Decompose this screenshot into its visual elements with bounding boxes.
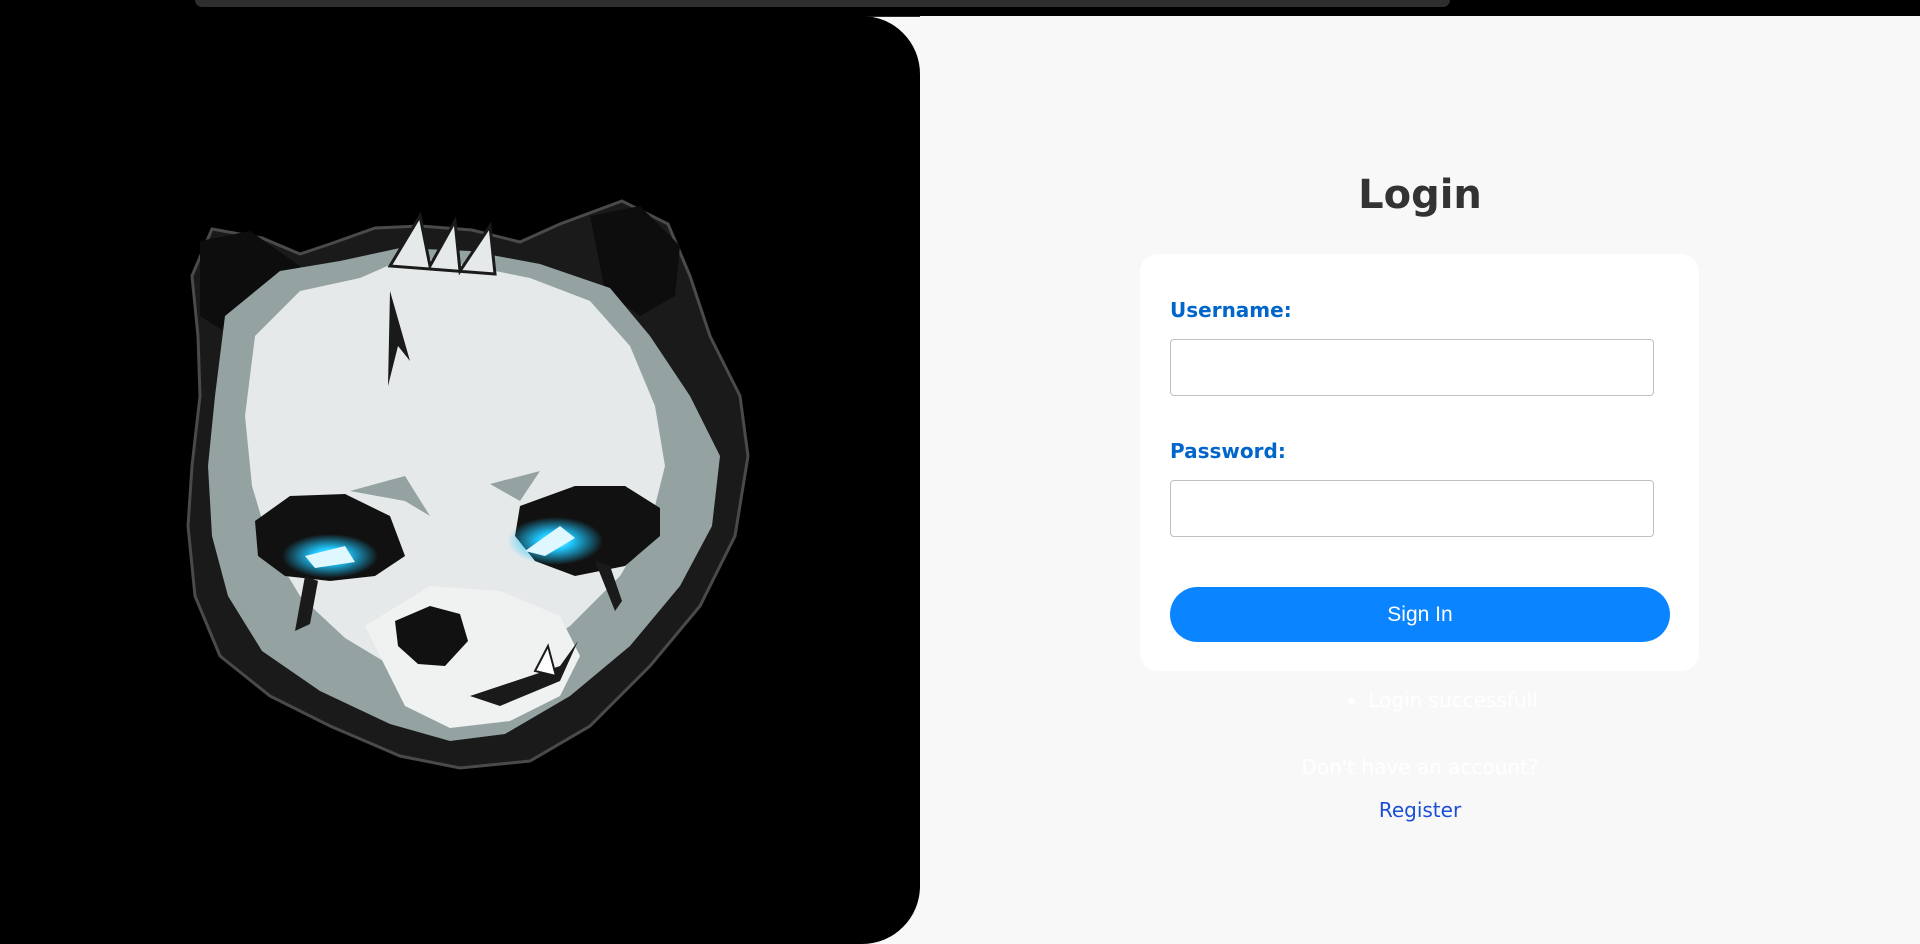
password-label: Password: (1170, 439, 1286, 463)
bullet-icon (1348, 698, 1356, 705)
no-account-text: Don't have an account? (1301, 755, 1539, 779)
message-text: Login successfull (1368, 688, 1538, 712)
message-item: Login successfull (1348, 688, 1538, 712)
message-list: Login successfull (920, 688, 1920, 712)
login-card: Username: Password: Sign In (1140, 254, 1699, 671)
sign-in-button[interactable]: Sign In (1170, 587, 1670, 642)
password-field[interactable] (1170, 480, 1654, 537)
username-label: Username: (1170, 298, 1292, 322)
panda-head-icon (186, 199, 750, 770)
register-link[interactable]: Register (920, 798, 1920, 822)
hero-panel (0, 16, 920, 944)
browser-top-strip (0, 0, 1920, 17)
login-page: Login Username: Password: Sign In Login … (0, 0, 1920, 944)
page-title: Login (1358, 172, 1482, 218)
panda-mascot-logo (186, 199, 750, 770)
login-panel: Login Username: Password: Sign In Login … (920, 16, 1920, 944)
username-field[interactable] (1170, 339, 1654, 396)
browser-address-bar[interactable] (195, 0, 1450, 7)
